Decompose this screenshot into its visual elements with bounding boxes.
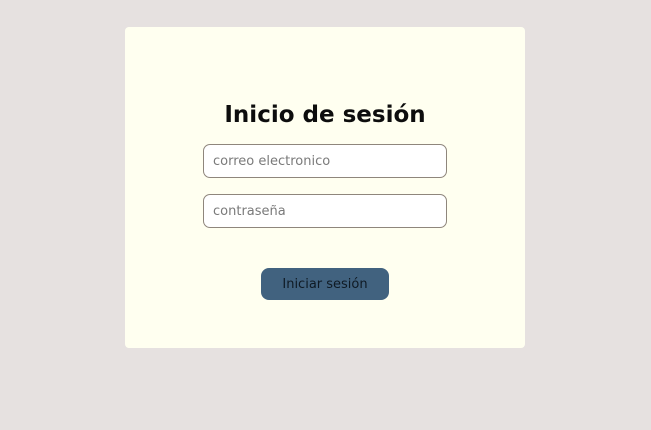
login-card: Inicio de sesión Iniciar sesión [125,27,525,348]
login-button[interactable]: Iniciar sesión [261,268,389,300]
email-field[interactable] [203,144,447,178]
password-field[interactable] [203,194,447,228]
page-title: Inicio de sesión [224,102,426,128]
